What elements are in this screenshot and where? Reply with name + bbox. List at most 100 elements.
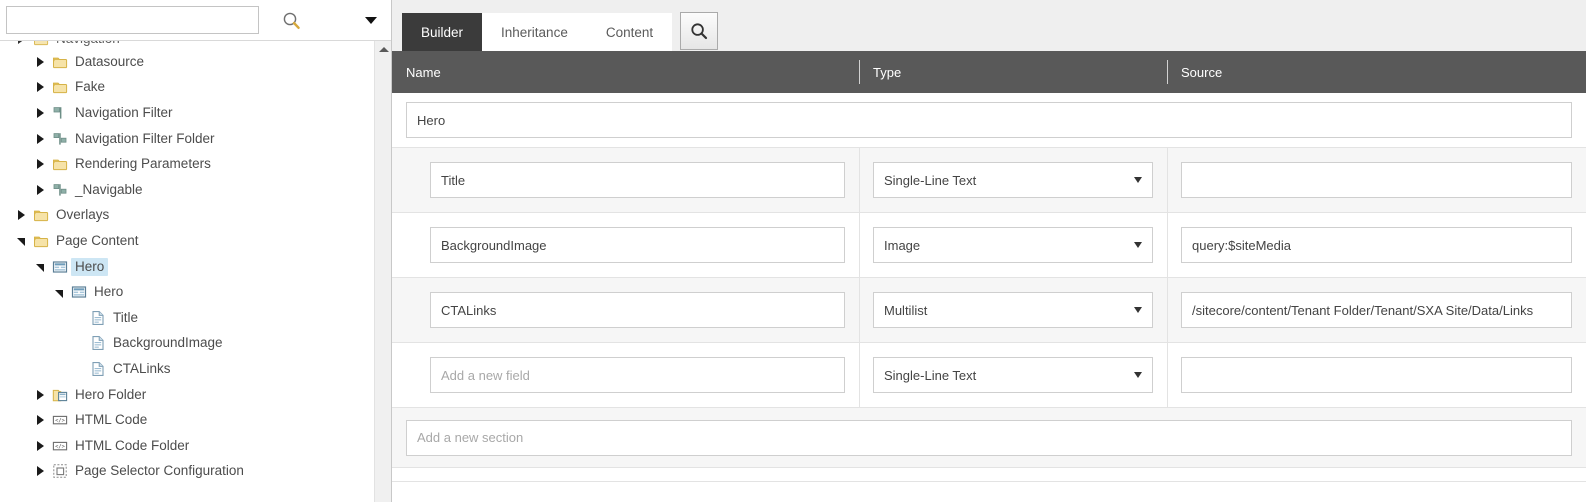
field-type-cell: Single-Line Text (859, 147, 1167, 213)
search-icon[interactable] (680, 12, 719, 50)
field-source-cell (1167, 147, 1586, 213)
template-field-icon (49, 105, 71, 121)
field-source-input[interactable] (1181, 227, 1572, 263)
field-source-input[interactable] (1181, 292, 1572, 328)
expand-arrow-icon[interactable] (12, 210, 30, 221)
expand-arrow-icon[interactable] (31, 82, 49, 93)
tree-item-hero-folder[interactable]: Hero Folder (0, 382, 374, 408)
tree-item-page-selector-configuration[interactable]: Page Selector Configuration (0, 459, 374, 485)
field-name-cell (392, 278, 859, 343)
html-code-icon: </> (49, 412, 71, 428)
sitecore-template-builder: Navigation Datasource Fake Navigation Filte… (0, 0, 1586, 502)
expand-arrow-icon[interactable] (31, 133, 49, 144)
collapse-arrow-icon[interactable] (50, 287, 68, 298)
folder-icon (49, 156, 71, 172)
field-type-value: Single-Line Text (884, 172, 977, 188)
tab-inheritance[interactable]: Inheritance (482, 13, 587, 51)
column-header-type-label: Type (873, 64, 902, 80)
table-header-row: Name Type Source (392, 51, 1586, 93)
tab-bar: Builder Inheritance Content (392, 0, 1586, 51)
template-icon (49, 259, 71, 275)
tree-item-navigable[interactable]: _Navigable (0, 177, 374, 203)
expand-arrow-icon[interactable] (31, 415, 49, 426)
expand-arrow-icon[interactable] (31, 440, 49, 451)
tree-item-rendering-parameters[interactable]: Rendering Parameters (0, 151, 374, 177)
tree-item-label: HTML Code Folder (75, 437, 190, 453)
template-builder-panel: Builder Inheritance Content Name Type Sour… (392, 0, 1586, 502)
search-icon[interactable] (273, 5, 309, 35)
tree-item-label: Hero (71, 257, 109, 276)
field-source-input[interactable] (1181, 162, 1572, 198)
expand-arrow-icon[interactable] (31, 56, 49, 67)
field-type-select[interactable]: Single-Line Text (873, 357, 1153, 393)
tree-item-label: Navigation (52, 41, 124, 48)
search-input[interactable] (6, 6, 259, 34)
field-type-select[interactable]: Multilist (873, 292, 1153, 328)
field-icon (87, 361, 109, 377)
field-name-input[interactable] (430, 162, 845, 198)
content-tree: Navigation Datasource Fake Navigation Filte… (0, 41, 391, 502)
field-type-value: Image (884, 237, 921, 253)
field-name-input[interactable] (430, 227, 845, 263)
column-header-name[interactable]: Name (392, 51, 859, 93)
column-header-type[interactable]: Type (859, 51, 1167, 93)
folder-icon (30, 41, 52, 47)
tree-item-label: BackgroundImage (113, 335, 223, 351)
field-source-input[interactable] (1181, 357, 1572, 393)
column-header-source-label: Source (1181, 64, 1223, 80)
tree-item-title[interactable]: Title (0, 305, 374, 331)
tree-item-hero[interactable]: Hero (0, 279, 374, 305)
tree-item-navigation[interactable]: Navigation (0, 41, 374, 49)
tree-item-navigation-filter-folder[interactable]: Navigation Filter Folder (0, 126, 374, 152)
chevron-down-icon (1134, 177, 1142, 183)
fields-table: Name Type Source Single-Line Text Image Mu… (392, 51, 1586, 502)
column-header-source[interactable]: Source (1167, 51, 1586, 93)
tab-content[interactable]: Content (586, 13, 673, 51)
scroll-up-arrow-icon[interactable] (375, 41, 391, 58)
expand-arrow-icon[interactable] (31, 184, 49, 195)
tree-item-label: Navigation Filter Folder (75, 130, 215, 146)
expand-arrow-icon[interactable] (12, 41, 30, 44)
expand-arrow-icon[interactable] (31, 389, 49, 400)
field-name-input[interactable] (430, 292, 845, 328)
tree-item-html-code[interactable]: </> HTML Code (0, 407, 374, 433)
expand-arrow-icon[interactable] (31, 466, 49, 477)
table-tail-row (392, 468, 1586, 482)
tree-item-navigation-filter[interactable]: Navigation Filter (0, 100, 374, 126)
tree-item-html-code-folder[interactable]: </> HTML Code Folder (0, 433, 374, 459)
tree-item-datasource[interactable]: Datasource (0, 49, 374, 75)
template-folder-icon (49, 131, 71, 147)
tab-builder[interactable]: Builder (402, 13, 483, 51)
collapse-arrow-icon[interactable] (12, 235, 30, 247)
chevron-down-icon[interactable] (360, 9, 382, 31)
add-new-section-input[interactable] (406, 419, 1572, 456)
field-rows: Single-Line Text Image Multilist Single-Lin… (392, 147, 1586, 408)
section-name-input[interactable] (406, 102, 1572, 138)
tree-item-ctalinks[interactable]: CTALinks (0, 356, 374, 382)
tree-item-page-content[interactable]: Page Content (0, 228, 374, 254)
tree-item-overlays[interactable]: Overlays (0, 203, 374, 229)
expand-arrow-icon[interactable] (31, 159, 49, 170)
chevron-down-icon (1134, 242, 1142, 248)
expand-arrow-icon[interactable] (31, 107, 49, 118)
tree-item-fake[interactable]: Fake (0, 75, 374, 101)
tree-item-hero[interactable]: Hero (0, 254, 374, 280)
field-type-select[interactable]: Image (873, 227, 1153, 263)
field-type-value: Multilist (884, 302, 928, 318)
folder-icon (49, 54, 71, 70)
field-row: Multilist (392, 277, 1586, 343)
collapse-arrow-icon[interactable] (31, 261, 49, 273)
column-header-name-label: Name (406, 64, 441, 80)
field-type-cell: Image (859, 212, 1167, 278)
field-type-cell: Single-Line Text (859, 342, 1167, 408)
field-name-input[interactable] (430, 357, 845, 393)
tree-item-backgroundimage[interactable]: BackgroundImage (0, 331, 374, 357)
tree-item-label: Page Content (56, 232, 139, 248)
svg-text:</>: </> (55, 444, 65, 450)
tree-item-label: Hero (94, 284, 124, 300)
field-type-select[interactable]: Single-Line Text (873, 162, 1153, 198)
tree-scrollbar[interactable] (374, 41, 391, 502)
tree-item-label: Fake (75, 79, 106, 95)
tree-item-label: Navigation Filter (75, 104, 173, 120)
add-section-row (392, 408, 1586, 468)
